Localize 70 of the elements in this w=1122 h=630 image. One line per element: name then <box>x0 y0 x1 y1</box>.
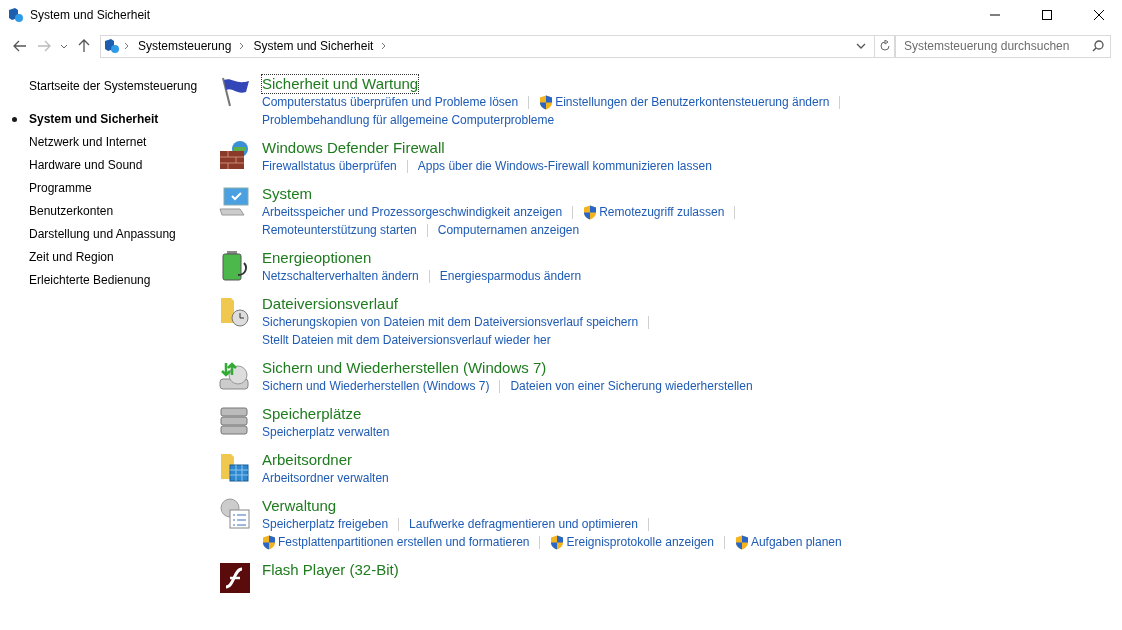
category-title[interactable]: Windows Defender Firewall <box>262 139 445 157</box>
category-title[interactable]: Sicherheit und Wartung <box>262 75 419 93</box>
refresh-icon <box>878 40 891 52</box>
close-icon <box>1094 10 1104 20</box>
task-link[interactable]: Energiesparmodus ändern <box>439 269 582 283</box>
chevron-icon <box>124 42 130 50</box>
task-link[interactable]: Netzschalterverhalten ändern <box>262 269 419 283</box>
category-title[interactable]: Sichern und Wiederherstellen (Windows 7) <box>262 359 547 377</box>
sidebar-item[interactable]: Zeit und Region <box>29 246 114 269</box>
maximize-icon <box>1042 10 1052 20</box>
task-link[interactable]: Arbeitsordner verwalten <box>262 471 389 485</box>
category-title[interactable]: Energieoptionen <box>262 249 372 267</box>
sidebar-item[interactable]: Programme <box>29 177 92 200</box>
task-link[interactable]: Aufgaben planen <box>734 534 842 550</box>
shield-icon <box>539 94 554 110</box>
task-link[interactable]: Remoteunterstützung starten <box>262 223 417 237</box>
task-link[interactable]: Arbeitsspeicher und Prozessorgeschwindigkeit anzeigen <box>262 205 563 219</box>
folder-cube-icon <box>218 451 252 485</box>
task-link[interactable]: Stellt Dateien mit dem Dateiversionsverlauf wieder her <box>262 333 551 347</box>
task-link[interactable]: Ereignisprotokolle anzeigen <box>550 534 714 550</box>
search-icon <box>1092 40 1104 52</box>
arrow-left-icon <box>13 40 27 52</box>
sidebar-item[interactable]: Startseite der Systemsteuerung <box>29 75 198 98</box>
sidebar-item[interactable]: Darstellung und Anpassung <box>29 223 176 246</box>
category-title[interactable]: Arbeitsordner <box>262 451 353 469</box>
sidebar-item[interactable]: Hardware und Sound <box>29 154 143 177</box>
folder-clock-icon <box>218 295 252 329</box>
gear-checklist-icon <box>218 497 252 531</box>
window-title: System und Sicherheit <box>30 8 152 22</box>
task-link[interactable]: Firewallstatus überprüfen <box>262 159 397 173</box>
task-link[interactable]: Computerstatus überprüfen und Probleme lösen <box>262 95 519 109</box>
category-title[interactable]: Flash Player (32-Bit) <box>262 561 399 579</box>
task-link[interactable]: Speicherplatz verwalten <box>262 425 390 439</box>
task-link[interactable]: Problembehandlung für allgemeine Computerprobleme <box>262 113 555 127</box>
search-field[interactable]: Systemsteuerung durchsuchen <box>895 34 1111 58</box>
category-title[interactable]: Dateiversionsverlauf <box>262 295 398 313</box>
task-link[interactable]: Dateien von einer Sicherung wiederherstellen <box>510 379 753 393</box>
task-link[interactable]: Sicherungskopien von Dateien mit dem Dateiversionsverlauf speichern <box>262 315 639 329</box>
caret-icon <box>60 43 68 49</box>
category-title[interactable]: Verwaltung <box>262 497 337 515</box>
task-link[interactable]: Laufwerke defragmentieren und optimieren <box>409 517 638 531</box>
control-panel-icon <box>8 7 24 23</box>
task-link[interactable]: Speicherplatz freigeben <box>262 517 389 531</box>
task-link[interactable]: Einstellungen der Benutzerkontensteuerung ändern <box>539 94 830 110</box>
bullet-icon <box>12 117 17 122</box>
breadcrumb[interactable]: System und Sicherheit <box>249 39 378 53</box>
task-link[interactable]: Remotezugriff zulassen <box>583 204 725 220</box>
arrow-right-icon <box>37 40 51 52</box>
flash-player-icon <box>218 561 252 595</box>
task-link[interactable]: Computernamen anzeigen <box>437 223 580 237</box>
address-bar[interactable]: Systemsteuerung System und Sicherheit <box>100 34 895 58</box>
chevron-icon <box>239 42 246 50</box>
sidebar-item[interactable]: System und Sicherheit <box>29 108 159 131</box>
arrow-up-icon <box>78 39 90 53</box>
shield-icon <box>734 534 749 550</box>
computer-monitor-icon <box>218 185 252 219</box>
sidebar-item[interactable]: Benutzerkonten <box>29 200 114 223</box>
shield-icon <box>262 534 276 550</box>
shield-icon <box>583 204 598 220</box>
task-link[interactable]: Sichern und Wiederherstellen (Windows 7) <box>262 379 490 393</box>
task-link[interactable]: Apps über die Windows-Firewall kommunizieren lassen <box>417 159 712 173</box>
chevron-icon <box>381 42 388 50</box>
breadcrumb[interactable]: Systemsteuerung <box>134 39 236 53</box>
control-panel-icon <box>104 38 120 54</box>
sidebar-item[interactable]: Erleichterte Bedienung <box>29 269 151 292</box>
sidebar-item[interactable]: Netzwerk und Internet <box>29 131 147 154</box>
shield-icon <box>550 534 565 550</box>
category-title[interactable]: Speicherplätze <box>262 405 362 423</box>
category-title[interactable]: System <box>262 185 312 203</box>
task-link[interactable]: Festplattenpartitionen erstellen und formatieren <box>262 534 530 550</box>
